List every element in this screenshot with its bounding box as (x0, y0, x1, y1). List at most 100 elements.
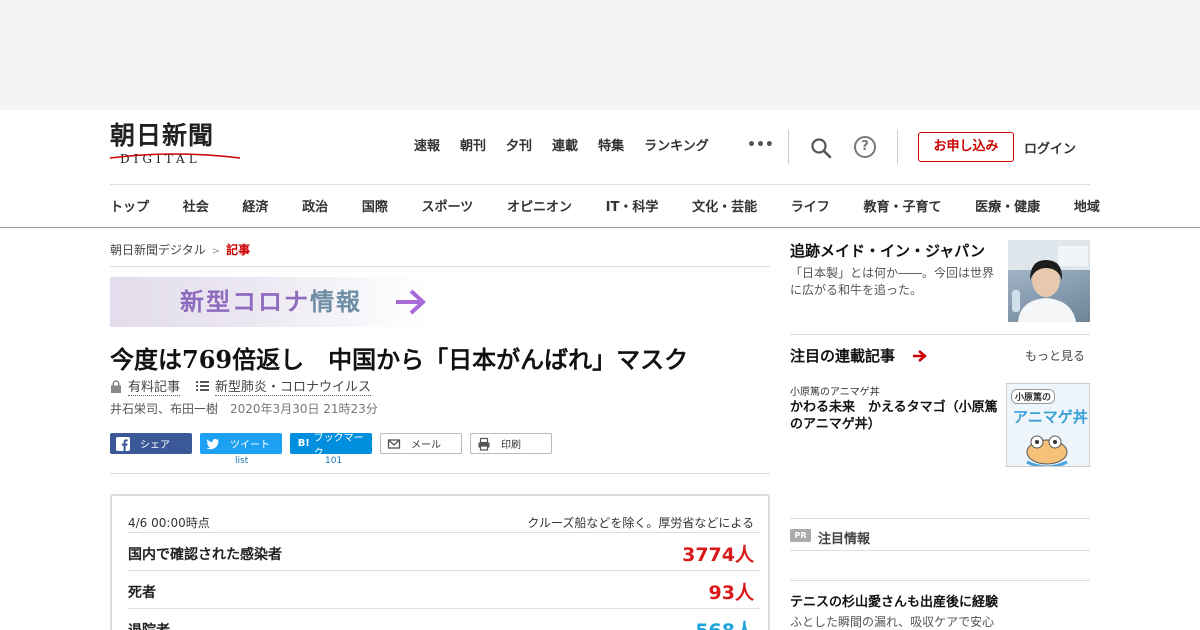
share-buttons: シェア ツイート B! ブックマーク メール 印刷 (110, 433, 560, 459)
twitter-icon (206, 438, 219, 449)
stats-note: クルーズ船などを除く。厚労省などによる (527, 516, 754, 530)
subscribe-button[interactable]: お申し込み (918, 132, 1014, 162)
category-culture[interactable]: 文化・芸能 (692, 196, 757, 215)
asahi-logo[interactable]: 朝日新聞 DIGITAL (110, 122, 242, 170)
list-icon (196, 381, 210, 391)
article-headline: 今度は769倍返し 中国から「日本がんばれ」マスク (110, 345, 689, 374)
divider (790, 550, 1090, 551)
topnav-yukan[interactable]: 夕刊 (506, 137, 532, 157)
category-top[interactable]: トップ (110, 196, 149, 215)
masthead: 朝日新聞 DIGITAL 速報 朝刊 夕刊 連載 特集 ランキング ••• ? … (0, 110, 1200, 228)
mail-share-label: メール (411, 440, 441, 451)
divider (790, 334, 1090, 335)
banner-text: 新型コロナ情報 (180, 288, 362, 316)
stat-row-deaths: 死者 93人 (128, 570, 760, 608)
covid-stats-box: 4/6 00:00時点 クルーズ船などを除く。厚労省などによる 国内で確認された… (110, 494, 770, 630)
corona-info-banner[interactable]: 新型コロナ情報 (110, 277, 430, 327)
top-nav: 速報 朝刊 夕刊 連載 特集 ランキング (414, 137, 729, 157)
feature-photo[interactable] (1008, 240, 1090, 322)
stat-value: 93人 (708, 582, 754, 604)
divider (790, 580, 1090, 581)
hatena-bookmark-label: ブックマーク (313, 432, 364, 459)
more-menu-icon[interactable]: ••• (747, 137, 774, 153)
category-society[interactable]: 社会 (183, 196, 209, 215)
ad-banner-area (0, 0, 1200, 110)
publish-date: 2020年3月30日 21時23分 (230, 402, 378, 416)
feature-text[interactable]: 「日本製」とは何か――。今回は世界に広がる和牛を追った。 (790, 265, 1002, 299)
facebook-icon (116, 436, 130, 451)
category-opinion[interactable]: オピニオン (507, 196, 572, 215)
thumbnail-caption-main: アニマゲ丼 (1013, 408, 1088, 426)
category-politics[interactable]: 政治 (302, 196, 328, 215)
frog-mascot-icon (1026, 435, 1068, 466)
topnav-sokuho[interactable]: 速報 (414, 137, 440, 157)
person-photo-icon (1008, 240, 1090, 322)
twitter-count[interactable]: list (235, 456, 248, 466)
stats-header: 4/6 00:00時点 クルーズ船などを除く。厚労省などによる (128, 514, 754, 531)
topnav-rensai[interactable]: 連載 (552, 137, 578, 157)
divider (790, 518, 1090, 519)
category-education[interactable]: 教育・子育て (863, 196, 941, 215)
topnav-tokushu[interactable]: 特集 (598, 137, 624, 157)
twitter-share-button[interactable]: ツイート (200, 433, 282, 454)
series-name[interactable]: 小原篤のアニマゲ丼 (790, 383, 880, 398)
category-life[interactable]: ライフ (791, 196, 830, 215)
feature-title[interactable]: 追跡メイド・イン・ジャパン (790, 240, 985, 261)
category-sports[interactable]: スポーツ (422, 196, 474, 215)
category-international[interactable]: 国際 (362, 196, 388, 215)
topic-tag[interactable]: 新型肺炎・コロナウイルス (215, 376, 372, 396)
mail-icon (387, 438, 401, 449)
category-nav: トップ 社会 経済 政治 国際 スポーツ オピニオン IT・科学 文化・芸能 ラ… (110, 196, 1100, 215)
stat-label: 国内で確認された感染者 (128, 547, 282, 563)
byline: 井石栄司、布田一樹 2020年3月30日 21時23分 (110, 400, 378, 417)
lock-icon (111, 379, 121, 393)
header-divider (788, 130, 789, 164)
category-it-science[interactable]: IT・科学 (606, 196, 659, 215)
article-meta: 有料記事 新型肺炎・コロナウイルス (110, 376, 387, 396)
pr-section-title: 注目情報 (818, 532, 871, 547)
see-more-link[interactable]: もっと見る (1025, 347, 1085, 364)
print-label: 印刷 (501, 440, 521, 451)
search-icon[interactable] (810, 137, 832, 159)
category-health[interactable]: 医療・健康 (975, 196, 1040, 215)
stat-label: 退院者 (128, 620, 170, 630)
promo-subtext[interactable]: ふとした瞬間の漏れ、吸収ケアで安心 (790, 613, 994, 630)
paid-article-tag[interactable]: 有料記事 (128, 376, 181, 396)
breadcrumb-home[interactable]: 朝日新聞デジタル (110, 243, 206, 257)
topnav-chokan[interactable]: 朝刊 (460, 137, 486, 157)
arrow-right-icon (913, 350, 927, 362)
category-economy[interactable]: 経済 (242, 196, 268, 215)
login-link[interactable]: ログイン (1024, 138, 1076, 157)
series-section-title[interactable]: 注目の連載記事 (790, 345, 895, 366)
print-icon (478, 437, 490, 451)
hatena-count[interactable]: 101 (325, 456, 342, 466)
breadcrumb-separator: > (211, 246, 221, 257)
divider (110, 473, 770, 474)
mail-share-button[interactable]: メール (380, 433, 462, 454)
print-button[interactable]: 印刷 (470, 433, 552, 454)
stat-row-confirmed: 国内で確認された感染者 3774人 (128, 532, 760, 570)
topnav-ranking[interactable]: ランキング (644, 137, 709, 157)
header-divider-line (110, 184, 1090, 185)
category-region[interactable]: 地域 (1074, 196, 1100, 215)
breadcrumb: 朝日新聞デジタル > 記事 (110, 241, 250, 258)
header-divider (897, 130, 898, 164)
help-icon[interactable]: ? (854, 136, 876, 158)
logo-wordmark: 朝日新聞 (110, 121, 215, 150)
authors: 井石栄司、布田一樹 (110, 402, 219, 416)
divider (110, 266, 770, 267)
twitter-share-label: ツイート (230, 440, 270, 451)
facebook-share-label: シェア (140, 440, 170, 451)
stat-label: 死者 (128, 585, 156, 601)
stat-value: 568人 (695, 616, 754, 630)
breadcrumb-current: 記事 (226, 243, 251, 257)
logo-swoosh-icon (110, 153, 240, 159)
facebook-share-button[interactable]: シェア (110, 433, 192, 454)
hatena-bookmark-button[interactable]: B! ブックマーク (290, 433, 372, 459)
series-thumbnail[interactable]: 小原篤の アニマゲ丼 (1006, 383, 1090, 467)
stats-as-of: 4/6 00:00時点 (128, 516, 210, 530)
series-headline[interactable]: かわる未来 かえるタマゴ（小原篤のアニマゲ丼） (790, 399, 1002, 433)
promo-headline[interactable]: テニスの杉山愛さんも出産後に経験 (790, 591, 998, 610)
hatena-bookmark-icon: B! (297, 437, 310, 449)
thumbnail-caption-top: 小原篤の (1011, 389, 1056, 404)
